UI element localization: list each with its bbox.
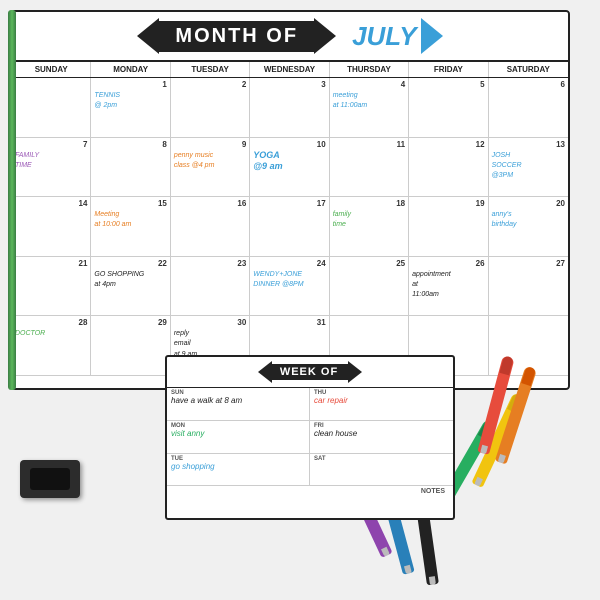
cal-cell-w1d4: 3 [250, 78, 329, 138]
cal-cell-w2d7: 13JOSHSOCCER@3PM [489, 138, 568, 198]
cal-cell-w5d2: 29 [91, 316, 170, 376]
cal-cell-w1d6: 5 [409, 78, 488, 138]
cal-cell-w5d1: 28DOCTOR [12, 316, 91, 376]
week-of-label: WEEK OF [270, 364, 348, 380]
week-cell-sun: SUN have a walk at 8 am [167, 388, 310, 421]
calendar-grid: 1TENNIS@ 2pm 2 3 4meetingat 11:00am 5 6 … [12, 78, 568, 376]
day-header-thu: THURSDAY [330, 62, 409, 77]
day-header-fri: FRIDAY [409, 62, 488, 77]
cal-cell-w2d4: 10YOGA@9 am [250, 138, 329, 198]
week-cell-notes: NOTES [167, 486, 453, 519]
cal-cell-w2d2: 8 [91, 138, 170, 198]
week-event-tue: go shopping [171, 462, 305, 471]
cal-cell-w4d3: 23 [171, 257, 250, 317]
week-event-fri: clean house [314, 429, 449, 438]
cal-cell-w1d7: 6 [489, 78, 568, 138]
week-event-mon: visit anny [171, 429, 305, 438]
cal-cell-w3d2: 15Meetingat 10:00 am [91, 197, 170, 257]
header-arrow-left-icon [137, 18, 159, 54]
cal-cell-w3d4: 17 [250, 197, 329, 257]
calendar-header: MONTH OF JULY [12, 12, 568, 62]
cal-cell-w2d3: 9penny musicclass @4 pm [171, 138, 250, 198]
day-header-sun: SUNDAY [12, 62, 91, 77]
week-notes-label: NOTES [171, 488, 449, 495]
cal-cell-w3d3: 16 [171, 197, 250, 257]
cal-cell-w3d7: 20anny'sbirthday [489, 197, 568, 257]
month-name: JULY [352, 21, 417, 52]
eraser [20, 460, 80, 498]
week-event-thu: car repair [314, 396, 449, 405]
week-cell-mon: MON visit anny [167, 421, 310, 454]
cal-cell-w4d1: 21 [12, 257, 91, 317]
week-cell-fri: FRI clean house [310, 421, 453, 454]
cal-cell-w3d1: 14 [12, 197, 91, 257]
week-planner: WEEK OF SUN have a walk at 8 am THU car … [165, 355, 455, 520]
cal-cell-w1d1 [12, 78, 91, 138]
day-header-wed: WEDNESDAY [250, 62, 329, 77]
cal-cell-w4d6: 26appointmentat11:00am [409, 257, 488, 317]
week-arrow-right-icon [348, 361, 362, 383]
calendar-board: MONTH OF JULY SUNDAY MONDAY TUESDAY WEDN… [10, 10, 570, 390]
day-header-tue: TUESDAY [171, 62, 250, 77]
week-cell-thu: THU car repair [310, 388, 453, 421]
week-day-label-sat: SAT [314, 456, 449, 462]
day-header-sat: SATURDAY [489, 62, 568, 77]
eraser-inner [30, 468, 70, 490]
cal-cell-w4d2: 22GO SHOPPINGat 4pm [91, 257, 170, 317]
month-arrow-right-icon [421, 18, 443, 54]
week-cell-sat: SAT [310, 454, 453, 487]
cal-cell-w3d6: 19 [409, 197, 488, 257]
day-header-mon: MONDAY [91, 62, 170, 77]
cal-cell-w4d5: 25 [330, 257, 409, 317]
magnetic-strip [8, 10, 16, 390]
cal-cell-w2d5: 11 [330, 138, 409, 198]
cal-cell-w3d5: 18familytime [330, 197, 409, 257]
cal-cell-w2d1: 7FAMILYTIME [12, 138, 91, 198]
cal-cell-w4d4: 24WENDY+JONEDINNER @8PM [250, 257, 329, 317]
cal-cell-w1d5: 4meetingat 11:00am [330, 78, 409, 138]
week-event-sun: have a walk at 8 am [171, 396, 305, 405]
week-planner-header: WEEK OF [167, 357, 453, 388]
week-cell-tue: TUE go shopping [167, 454, 310, 487]
header-arrow-right-icon [314, 18, 336, 54]
week-planner-grid: SUN have a walk at 8 am THU car repair M… [167, 388, 453, 519]
cal-cell-w4d7: 27 [489, 257, 568, 317]
cal-cell-w1d3: 2 [171, 78, 250, 138]
cal-cell-w1d2: 1TENNIS@ 2pm [91, 78, 170, 138]
cal-cell-w2d6: 12 [409, 138, 488, 198]
day-headers: SUNDAY MONDAY TUESDAY WEDNESDAY THURSDAY… [12, 62, 568, 78]
month-of-label: MONTH OF [157, 21, 316, 52]
